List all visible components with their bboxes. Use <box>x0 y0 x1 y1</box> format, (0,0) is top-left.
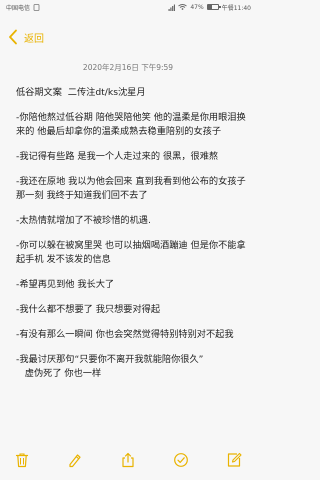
draw-icon[interactable] <box>67 452 83 468</box>
note-spacer <box>16 317 248 328</box>
signal-strength-icon <box>168 4 176 11</box>
note-paragraph: -我什么都不想要了 我只想要对得起 <box>16 304 161 315</box>
note-paragraph: -你陪他熬过低谷期 陪他哭陪他笑 他的温柔是你用眼泪换来的 他最后却拿你的温柔成… <box>16 112 246 137</box>
note-paragraph: -我还在原地 我以为他会回来 直到我看到他公布的女孩子那一刻 我终于知道我们回不… <box>16 176 246 201</box>
note-paragraph: -我最讨厌那句“只要你不离开我就能陪你很久” <box>16 354 204 365</box>
note-timestamp: 2020年2月16日 下午9:59 <box>82 63 174 72</box>
note-paragraph: -有没有那么一瞬间 你也会突然觉得特别特别对不起我 <box>16 329 234 340</box>
note-spacer <box>16 203 248 214</box>
battery-fill <box>207 5 213 9</box>
status-time: 午餐11:40 <box>221 4 251 12</box>
sim-icon <box>33 3 40 11</box>
chevron-left-icon <box>9 29 17 45</box>
checklist-icon[interactable] <box>173 452 189 468</box>
note-paragraph: -我记得有些路 是我一个人走过来的 很黑，很难熬 <box>16 151 219 162</box>
note-spacer <box>16 164 248 175</box>
back-button[interactable]: 返回 <box>0 24 44 50</box>
note-paragraph: -希望再见到他 我长大了 <box>16 279 115 290</box>
note-spacer <box>16 100 248 111</box>
battery-percent: 47% <box>190 3 204 11</box>
note-spacer <box>16 267 248 278</box>
note-paragraph: -你可以躲在被窝里哭 也可以抽烟喝酒蹦迪 但是你不能拿起手机 发不该发的信息 <box>16 240 246 265</box>
note-spacer <box>16 228 248 239</box>
trash-icon[interactable] <box>14 452 30 468</box>
note-paragraph: 虚伪死了 你也一样 <box>16 368 102 379</box>
note-paragraph: -太热情就增加了不被珍惜的机遇. <box>16 215 151 226</box>
note-spacer <box>16 292 248 303</box>
back-label: 返回 <box>24 33 44 45</box>
note-spacer <box>16 139 248 150</box>
bottom-toolbar <box>0 446 256 480</box>
status-right: 47% 午餐11:40 <box>168 3 251 12</box>
note-spacer <box>16 342 248 353</box>
notes-screen: 中国电信 47% 午餐11:40 返回 2020年2月16日 下午9:59 低谷… <box>0 0 256 480</box>
wifi-icon <box>178 4 188 10</box>
note-title-line: 低谷期文案 二传注dt/ks沈星月 <box>16 87 146 98</box>
note-body[interactable]: 低谷期文案 二传注dt/ks沈星月 -你陪他熬过低谷期 陪他哭陪他笑 他的温柔是你… <box>16 86 248 381</box>
status-left: 中国电信 <box>6 3 40 12</box>
status-bar: 中国电信 47% 午餐11:40 <box>0 0 256 14</box>
carrier-label: 中国电信 <box>6 4 31 12</box>
compose-icon[interactable] <box>226 452 242 468</box>
share-icon[interactable] <box>120 452 136 468</box>
battery-icon <box>206 4 221 10</box>
